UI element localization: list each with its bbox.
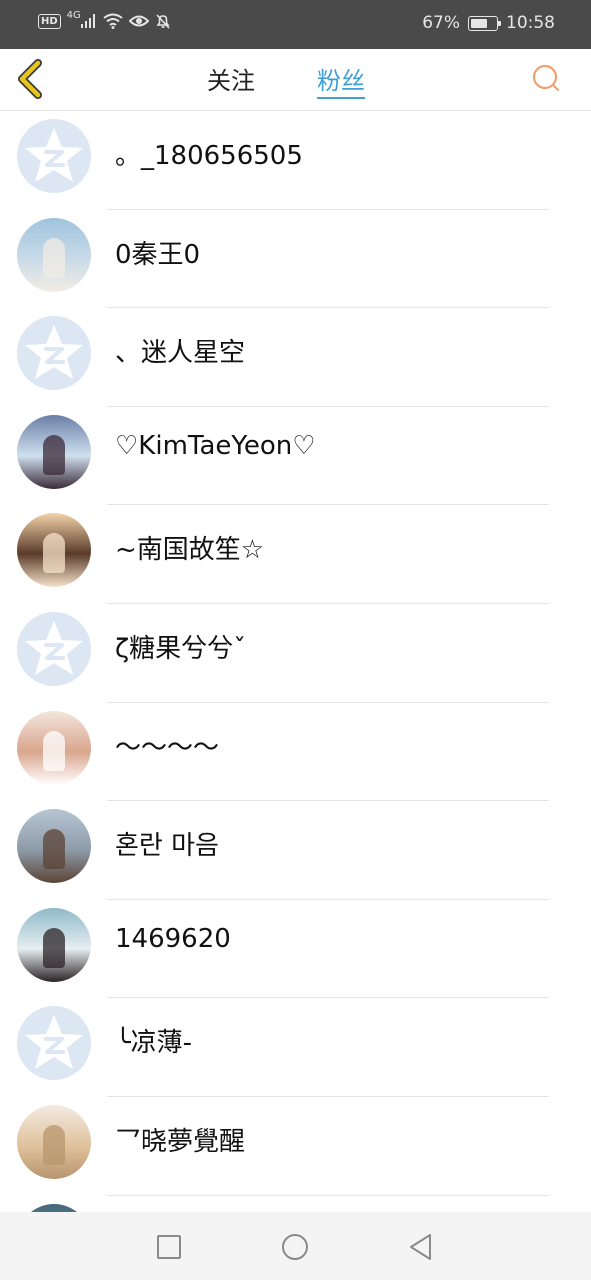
default-avatar-star-icon xyxy=(17,119,91,193)
fan-list-item[interactable]: 0秦王0 xyxy=(0,210,591,309)
fan-nickname: ～～～～ xyxy=(115,732,220,763)
fan-list-item[interactable]: ╰凉薄- xyxy=(0,998,591,1097)
system-nav-bar xyxy=(0,1212,591,1280)
fan-nickname: ♡KimTaeYeon♡ xyxy=(115,430,316,461)
fan-nickname: 乛晓夢覺醒 xyxy=(115,1126,246,1157)
bell-off-icon xyxy=(156,14,170,29)
fan-list-item[interactable]: ♡KimTaeYeon♡ xyxy=(0,407,591,506)
circle-icon xyxy=(282,1234,308,1260)
user-avatar xyxy=(17,513,91,588)
tab-following[interactable]: 关注 xyxy=(207,61,255,97)
triangle-back-icon xyxy=(410,1234,431,1260)
fan-nickname: ╰凉薄- xyxy=(115,1028,193,1059)
fan-nickname: ~南国故笙☆ xyxy=(115,535,265,566)
back-nav-button[interactable] xyxy=(406,1232,436,1262)
avatar-figure xyxy=(43,829,65,870)
fan-list-item[interactable]: ~南国故笙☆ xyxy=(0,505,591,604)
signal-icon xyxy=(80,14,95,28)
status-right: 67% 10:58 xyxy=(422,13,555,33)
status-left: HD 4G xyxy=(38,9,171,29)
fan-list-item[interactable]: ζ糖果兮兮ˇ xyxy=(0,604,591,703)
avatar-figure xyxy=(43,1124,65,1165)
user-avatar xyxy=(17,710,91,785)
home-button[interactable] xyxy=(280,1232,310,1262)
user-avatar xyxy=(17,1203,91,1212)
battery-icon xyxy=(468,15,501,31)
fan-list-item[interactable]: 혼란 마음 xyxy=(0,801,591,900)
user-avatar xyxy=(17,907,91,982)
fan-list-item[interactable] xyxy=(0,1196,591,1212)
avatar-figure xyxy=(43,434,65,475)
wifi-icon xyxy=(103,13,123,29)
fan-nickname: 혼란 마음 xyxy=(115,831,219,862)
fans-list[interactable]: 。_180656505 0秦王0 、迷人星空 ♡KimTaeYeon♡ ~南国故笙☆ ζ糖… xyxy=(0,111,591,1212)
recent-apps-button[interactable] xyxy=(154,1232,184,1262)
back-button[interactable] xyxy=(12,57,52,101)
search-button[interactable] xyxy=(529,61,563,95)
search-icon xyxy=(532,64,560,92)
user-avatar xyxy=(17,1104,91,1179)
eye-icon xyxy=(128,15,149,27)
fan-nickname: ζ糖果兮兮ˇ xyxy=(115,633,247,664)
user-avatar xyxy=(17,414,91,489)
default-avatar-star-icon xyxy=(17,611,91,686)
fan-nickname: 、迷人星空 xyxy=(115,338,246,369)
fan-list-item[interactable]: 1469620 xyxy=(0,900,591,999)
fan-nickname: 。_180656505 xyxy=(115,141,303,171)
avatar-figure xyxy=(43,237,65,278)
default-avatar-star-icon xyxy=(17,1006,91,1081)
avatar-figure xyxy=(43,730,65,771)
chevron-left-icon xyxy=(18,59,42,99)
user-avatar xyxy=(17,809,91,884)
battery-fill xyxy=(471,18,488,28)
avatar-figure xyxy=(43,927,65,968)
user-avatar xyxy=(17,217,91,292)
hd-badge: HD xyxy=(38,13,61,29)
fan-nickname: 0秦王0 xyxy=(115,239,201,270)
clock: 10:58 xyxy=(506,13,555,33)
battery-percent: 67% xyxy=(422,13,460,33)
fan-list-item[interactable]: ～～～～ xyxy=(0,703,591,802)
default-avatar-star-icon xyxy=(17,316,91,391)
tab-fans[interactable]: 粉丝 xyxy=(317,61,365,99)
fan-list-item[interactable]: 。_180656505 xyxy=(0,111,591,210)
square-icon xyxy=(157,1235,181,1259)
network-type: 4G xyxy=(66,9,81,21)
nav-bar: 关注 粉丝 xyxy=(0,49,591,111)
avatar-figure xyxy=(43,533,65,574)
fan-list-item[interactable]: 乛晓夢覺醒 xyxy=(0,1097,591,1196)
fan-nickname: 1469620 xyxy=(115,923,231,954)
status-bar: HD 4G 67% 10:58 xyxy=(0,0,591,49)
fan-list-item[interactable]: 、迷人星空 xyxy=(0,308,591,407)
